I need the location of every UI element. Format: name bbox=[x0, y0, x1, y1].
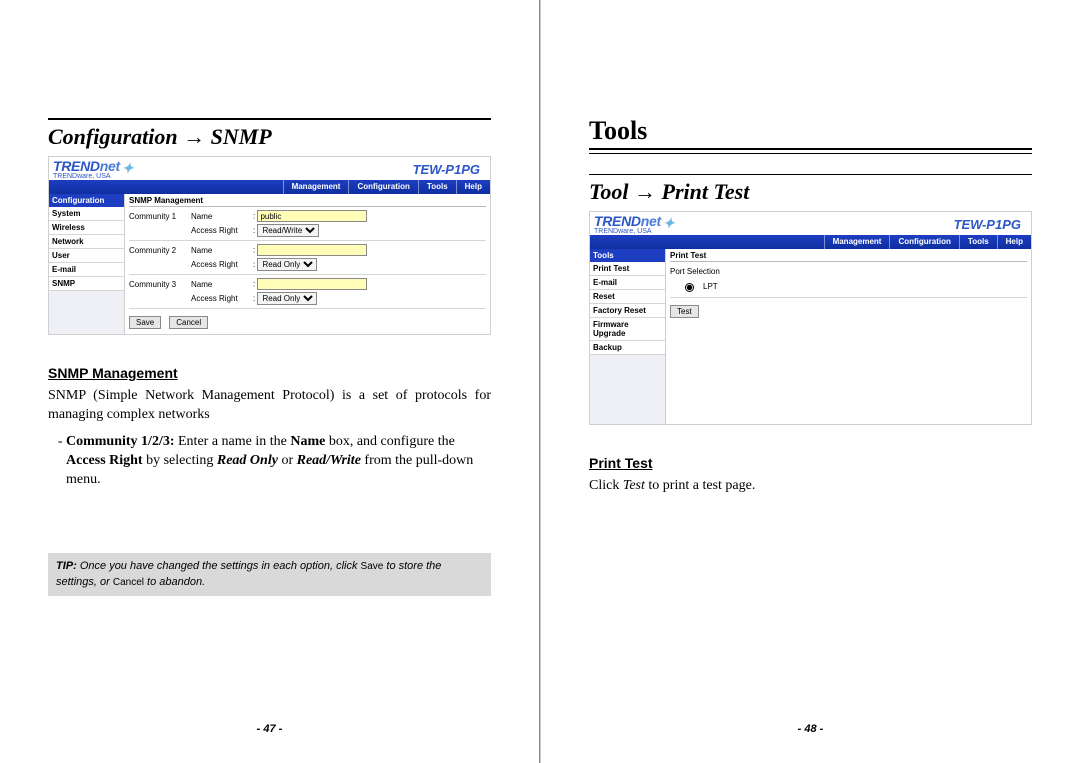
manual-page-left: Configuration → SNMP TRENDnet✦ TRENDware… bbox=[0, 0, 540, 763]
breadcrumb-target: SNMP bbox=[211, 124, 272, 149]
list-item: Community 1/2/3: Enter a name in the Nam… bbox=[66, 433, 491, 490]
nav-management[interactable]: Management bbox=[824, 235, 890, 249]
device-model: TEW-P1PG bbox=[413, 162, 480, 177]
port-selection-label: Port Selection bbox=[670, 267, 720, 276]
sidebar-filler bbox=[590, 355, 665, 424]
page-title: Configuration → SNMP bbox=[48, 118, 491, 150]
sidebar-item-email[interactable]: E-mail bbox=[49, 263, 124, 277]
community1-label: Community 1 bbox=[129, 212, 189, 221]
name-label: Name bbox=[191, 246, 251, 255]
page-title: Tool → Print Test bbox=[589, 174, 1032, 205]
nav-tools[interactable]: Tools bbox=[418, 180, 456, 194]
sidebar-item-factory-reset[interactable]: Factory Reset bbox=[590, 304, 665, 318]
cancel-button[interactable]: Cancel bbox=[169, 316, 208, 329]
chapter-rule bbox=[589, 153, 1032, 154]
port-lpt-label: LPT bbox=[703, 282, 718, 291]
chapter-title: Tools bbox=[589, 116, 1032, 150]
snmp-config-screenshot: TRENDnet✦ TRENDware, USA TEW-P1PG Manage… bbox=[48, 156, 491, 335]
breadcrumb-prefix: Tool bbox=[589, 179, 629, 204]
brand-suffix: net bbox=[641, 213, 661, 229]
sidebar-item-firmware-upgrade[interactable]: Firmware Upgrade bbox=[590, 318, 665, 341]
sidebar-item-reset[interactable]: Reset bbox=[590, 290, 665, 304]
sidebar-item-user[interactable]: User bbox=[49, 249, 124, 263]
access-right-label: Access Right bbox=[191, 260, 251, 269]
access-right-label: Access Right bbox=[191, 294, 251, 303]
arrow-icon: → bbox=[629, 179, 662, 204]
name-label: Name bbox=[191, 280, 251, 289]
community1-access-select[interactable]: Read/Write bbox=[257, 224, 319, 237]
community2-access-select[interactable]: Read Only bbox=[257, 258, 317, 271]
nav-configuration[interactable]: Configuration bbox=[348, 180, 417, 194]
name-label: Name bbox=[191, 212, 251, 221]
access-right-label: Access Right bbox=[191, 226, 251, 235]
nav-tools[interactable]: Tools bbox=[959, 235, 997, 249]
sidebar-header: Tools bbox=[590, 249, 665, 262]
top-navbar: Management Configuration Tools Help bbox=[590, 235, 1031, 249]
brand-logo: TRENDnet✦ TRENDware, USA bbox=[594, 214, 674, 235]
manual-page-right: Tools Tool → Print Test TRENDnet✦ TRENDw… bbox=[540, 0, 1080, 763]
community-bullet-list: Community 1/2/3: Enter a name in the Nam… bbox=[48, 433, 491, 494]
community1-name-input[interactable] bbox=[257, 210, 367, 222]
breadcrumb-target: Print Test bbox=[662, 179, 750, 204]
bullet-lead: Community 1/2/3: bbox=[66, 434, 178, 449]
section-body: Click Test to print a test page. bbox=[589, 477, 1032, 496]
community3-label: Community 3 bbox=[129, 280, 189, 289]
star-icon: ✦ bbox=[663, 216, 674, 230]
brand-main: TREND bbox=[53, 158, 100, 174]
port-lpt-radio[interactable] bbox=[685, 283, 694, 292]
community2-name-input[interactable] bbox=[257, 244, 367, 256]
print-test-screenshot: TRENDnet✦ TRENDware, USA TEW-P1PG Manage… bbox=[589, 211, 1032, 425]
sidebar-item-snmp[interactable]: SNMP bbox=[49, 277, 124, 291]
page-number: - 47 - bbox=[0, 723, 539, 735]
top-navbar: Management Configuration Tools Help bbox=[49, 180, 490, 194]
nav-configuration[interactable]: Configuration bbox=[889, 235, 958, 249]
brand-logo: TRENDnet✦ TRENDware, USA bbox=[53, 159, 133, 180]
page-number: - 48 - bbox=[541, 723, 1080, 735]
sidebar-item-print-test[interactable]: Print Test bbox=[590, 262, 665, 276]
sidebar-item-wireless[interactable]: Wireless bbox=[49, 221, 124, 235]
sidebar-item-network[interactable]: Network bbox=[49, 235, 124, 249]
save-button[interactable]: Save bbox=[129, 316, 161, 329]
tip-callout: TIP: Once you have changed the settings … bbox=[48, 553, 491, 596]
test-button[interactable]: Test bbox=[670, 305, 699, 318]
section-body: SNMP (Simple Network Management Protocol… bbox=[48, 387, 491, 425]
config-sidebar: Configuration System Wireless Network Us… bbox=[49, 194, 125, 334]
panel-title: SNMP Management bbox=[129, 196, 486, 207]
panel-title: Print Test bbox=[670, 251, 1027, 262]
breadcrumb-prefix: Configuration bbox=[48, 124, 178, 149]
tools-sidebar: Tools Print Test E-mail Reset Factory Re… bbox=[590, 249, 666, 424]
section-heading: SNMP Management bbox=[48, 365, 491, 381]
nav-management[interactable]: Management bbox=[283, 180, 349, 194]
sidebar-filler bbox=[49, 291, 124, 334]
community3-name-input[interactable] bbox=[257, 278, 367, 290]
arrow-icon: → bbox=[178, 124, 211, 149]
sidebar-item-backup[interactable]: Backup bbox=[590, 341, 665, 355]
community2-label: Community 2 bbox=[129, 246, 189, 255]
tip-label: TIP: bbox=[56, 560, 80, 572]
device-model: TEW-P1PG bbox=[954, 217, 1021, 232]
nav-help[interactable]: Help bbox=[456, 180, 490, 194]
community3-access-select[interactable]: Read Only bbox=[257, 292, 317, 305]
brand-main: TREND bbox=[594, 213, 641, 229]
brand-suffix: net bbox=[100, 158, 120, 174]
sidebar-item-system[interactable]: System bbox=[49, 207, 124, 221]
nav-help[interactable]: Help bbox=[997, 235, 1031, 249]
section-heading: Print Test bbox=[589, 455, 1032, 471]
sidebar-header: Configuration bbox=[49, 194, 124, 207]
print-test-panel: Print Test Port Selection LPT Test bbox=[666, 249, 1031, 424]
snmp-panel: SNMP Management Community 1 Name : Acces… bbox=[125, 194, 490, 334]
star-icon: ✦ bbox=[122, 161, 133, 175]
sidebar-item-email[interactable]: E-mail bbox=[590, 276, 665, 290]
